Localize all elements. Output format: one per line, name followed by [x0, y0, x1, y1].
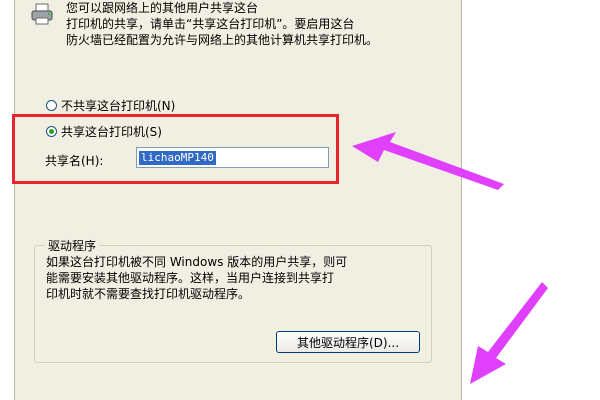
- radio-button[interactable]: [46, 100, 57, 111]
- drivers-description: 如果这台打印机被不同 Windows 版本的用户共享，则可 能需要安装其他驱动程…: [46, 255, 348, 301]
- highlight-box: [12, 114, 339, 184]
- pointer-arrow-icon: [352, 132, 504, 190]
- additional-drivers-button[interactable]: 其他驱动程序(D)...: [276, 331, 420, 353]
- pointer-arrow-icon: [470, 282, 548, 384]
- radio-no-share-label: 不共享这台打印机(N): [61, 99, 176, 113]
- intro-text: 您可以跟网络上的其他用户共享这台 打印机的共享，请单击“共享这台打印机”。要启用…: [66, 1, 379, 47]
- drivers-group-title: 驱动程序: [45, 237, 100, 254]
- printer-icon: [31, 3, 53, 25]
- radio-no-share[interactable]: 不共享这台打印机(N): [46, 97, 175, 114]
